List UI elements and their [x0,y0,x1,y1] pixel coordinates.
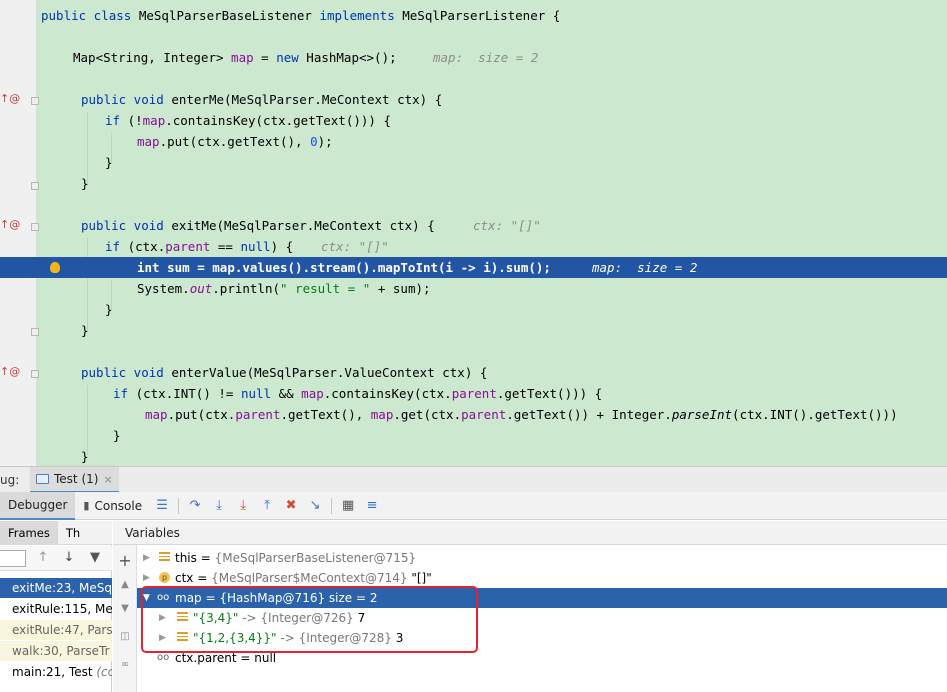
arrow-up-icon[interactable]: ↑ [35,550,51,566]
glasses-icon[interactable]: ∞ [117,657,133,673]
code-line[interactable]: map.put(ctx.getText(), 0); [0,131,947,152]
code-line[interactable]: } [0,299,947,320]
copy-icon[interactable]: ◫ [117,629,133,645]
thread-selector[interactable] [0,550,26,567]
frame-item[interactable]: exitRule:115, Me [0,599,112,619]
code-line[interactable]: if (!map.containsKey(ctx.getText())) { [0,110,947,131]
variable-row[interactable]: ▶ p ctx = {MeSqlParser$MeContext@714} "[… [137,568,947,588]
field-icon [159,552,170,561]
inline-debug-hint: ctx: "[]" [473,218,541,233]
add-watch-icon[interactable]: + [117,553,133,569]
expand-arrow-icon[interactable]: ▶ [143,548,153,568]
tab-frames[interactable]: Frames [0,520,58,545]
frame-item[interactable]: exitRule:47, Pars [0,620,112,640]
lightbulb-icon[interactable] [50,262,60,273]
toolbar-separator [178,497,180,514]
parameter-icon: p [159,572,170,583]
drop-frame-icon[interactable]: ✖ [279,495,303,517]
move-down-icon[interactable]: ▼ [117,601,133,617]
menu-icon[interactable]: ☰ [150,495,174,517]
code-line[interactable]: System.out.println(" result = " + sum); [0,278,947,299]
step-out-icon[interactable]: ⤒ [255,495,279,517]
frame-item[interactable]: exitMe:23, MeSq [0,578,112,598]
frames-panel: Frames Th ↑ ↓ ▼ exitMe:23, MeSq exitRule… [0,520,112,692]
frame-item[interactable]: main:21, Test (co [0,662,112,682]
code-line[interactable]: if (ctx.INT() != null && map.containsKey… [0,383,947,404]
debug-label: ug: [0,473,20,487]
arrow-down-icon[interactable]: ↓ [61,550,77,566]
current-execution-line[interactable]: int sum = map.values().stream().mapToInt… [0,257,947,278]
debug-toolbar: Debugger ▮ Console ☰ ↷ ⤓ ⤓ ⤒ ✖ ↘ ▦ ≡ [0,491,947,520]
force-step-into-icon[interactable]: ⤓ [231,495,255,517]
code-line[interactable]: } [0,320,947,341]
frame-item[interactable]: walk:30, ParseTr [0,641,112,661]
run-to-cursor-icon[interactable]: ↘ [303,495,327,517]
inline-debug-hint: map: size = 2 [592,260,698,275]
close-icon[interactable]: × [103,473,112,486]
inline-debug-hint: ctx: "[]" [321,239,389,254]
variables-side-toolbar: + ▲ ▼ ◫ ∞ [113,545,137,692]
tab-threads[interactable]: Th [58,521,88,545]
code-line[interactable]: map.put(ctx.parent.getText(), map.get(ct… [0,404,947,425]
step-into-icon[interactable]: ⤓ [207,495,231,517]
step-over-icon[interactable]: ↷ [183,495,207,517]
toolbar-separator [331,497,333,514]
code-line[interactable]: public void enterMe(MeSqlParser.MeContex… [0,89,947,110]
code-line[interactable]: if (ctx.parent == null) { ctx: "[]" [0,236,947,257]
debug-tool-window-header: ug: Test (1) × [0,466,947,493]
frames-header: Frames Th [0,520,112,545]
code-line[interactable]: public void exitMe(MeSqlParser.MeContext… [0,215,947,236]
code-editor[interactable]: ↑@ ↑@ ↑@ public class MeSqlParserBaseLis… [0,0,947,466]
debug-session-tab[interactable]: Test (1) × [30,467,119,493]
console-icon: ▮ [83,498,90,512]
filter-icon[interactable]: ▼ [87,550,103,566]
watch-icon: oo [157,652,170,663]
code-line[interactable]: public void enterValue(MeSqlParser.Value… [0,362,947,383]
code-line[interactable]: public class MeSqlParserBaseListener imp… [0,5,947,26]
variable-row[interactable]: ▶ this = {MeSqlParserBaseListener@715} [137,548,947,568]
code-line[interactable]: } [0,446,947,466]
code-line[interactable]: } [0,173,947,194]
expand-arrow-icon[interactable]: ▶ [143,568,153,588]
variables-header: Variables [113,521,947,545]
evaluate-expression-icon[interactable]: ▦ [336,495,360,517]
code-line[interactable]: } [0,152,947,173]
frames-toolbar: ↑ ↓ ▼ [0,546,112,571]
highlight-annotation-box [141,586,478,653]
trace-icon[interactable]: ≡ [360,495,384,517]
tab-debugger[interactable]: Debugger [0,491,76,520]
move-up-icon[interactable]: ▲ [117,577,133,593]
inline-debug-hint: map: size = 2 [433,50,539,65]
run-config-icon [36,474,49,484]
code-line[interactable]: Map<String, Integer> map = new HashMap<>… [0,47,947,68]
code-line[interactable]: } [0,425,947,446]
tab-console[interactable]: ▮ Console [75,492,150,520]
